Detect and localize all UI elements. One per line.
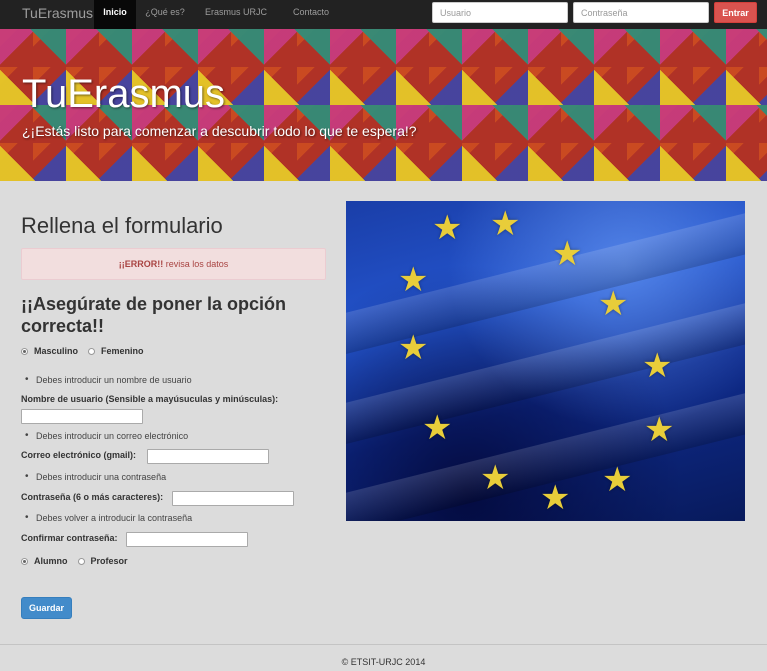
radio-masculino[interactable] bbox=[21, 347, 28, 355]
email-label: Correo electrónico (gmail): bbox=[21, 450, 137, 460]
navbar-brand[interactable]: TuErasmus bbox=[22, 0, 93, 29]
footer-copyright: © ETSIT-URJC 2014 bbox=[341, 657, 426, 667]
nav-item-contacto[interactable]: Contacto bbox=[278, 0, 344, 29]
star-icon: ★ bbox=[398, 329, 429, 367]
password-login-input[interactable] bbox=[573, 2, 709, 23]
radio-profesor-label[interactable]: Profesor bbox=[91, 556, 128, 566]
username-login-input[interactable] bbox=[432, 2, 568, 23]
email-error: Debes introducir un correo electrónico bbox=[25, 430, 188, 441]
star-icon: ★ bbox=[602, 461, 633, 499]
email-field[interactable] bbox=[147, 449, 269, 464]
star-icon: ★ bbox=[490, 205, 521, 243]
star-icon: ★ bbox=[422, 409, 453, 447]
password-label: Contraseña (6 o más caracteres): bbox=[21, 492, 164, 502]
error-alert-text: revisa los datos bbox=[163, 259, 229, 269]
confirm-field[interactable] bbox=[126, 532, 248, 547]
star-icon: ★ bbox=[644, 411, 675, 449]
username-field[interactable] bbox=[21, 409, 143, 424]
radio-alumno[interactable] bbox=[21, 557, 28, 565]
star-icon: ★ bbox=[432, 209, 463, 247]
radio-profesor[interactable] bbox=[77, 557, 85, 565]
radio-alumno-label[interactable]: Alumno bbox=[34, 556, 68, 566]
username-label: Nombre de usuario (Sensible a mayúsucula… bbox=[21, 394, 279, 404]
nav-item-inicio[interactable]: Inicio bbox=[94, 0, 136, 29]
star-icon: ★ bbox=[398, 261, 429, 299]
form-heading: ¡¡Asegúrate de poner la opción correcta!… bbox=[21, 294, 287, 336]
star-icon: ★ bbox=[480, 459, 511, 497]
error-alert: ¡¡ERROR!! revisa los datos bbox=[21, 248, 326, 280]
confirm-error: Debes volver a introducir la contraseña bbox=[25, 512, 192, 523]
star-icon: ★ bbox=[598, 285, 629, 323]
login-button[interactable]: Entrar bbox=[714, 2, 757, 23]
footer-divider bbox=[0, 644, 767, 645]
star-icon: ★ bbox=[642, 347, 673, 385]
radio-masculino-label[interactable]: Masculino bbox=[34, 346, 78, 356]
hero-title: TuErasmus bbox=[22, 72, 226, 116]
hero-banner: TuErasmus ¿¡Estás listo para comenzar a … bbox=[0, 29, 767, 181]
nav-item-que-es[interactable]: ¿Qué es? bbox=[136, 0, 194, 29]
error-alert-strong: ¡¡ERROR!! bbox=[118, 259, 164, 269]
password-error: Debes introducir una contraseña bbox=[25, 471, 166, 482]
star-icon: ★ bbox=[540, 479, 571, 517]
password-field[interactable] bbox=[172, 491, 294, 506]
top-navbar: TuErasmus Inicio ¿Qué es? Erasmus URJC C… bbox=[0, 0, 767, 29]
role-radio-group: Alumno Profesor bbox=[21, 554, 138, 568]
radio-femenino[interactable] bbox=[88, 347, 96, 355]
form-title: Rellena el formulario bbox=[21, 213, 223, 238]
nav-item-erasmus-urjc[interactable]: Erasmus URJC bbox=[194, 0, 278, 29]
save-button[interactable]: Guardar bbox=[21, 597, 72, 619]
hero-subtitle: ¿¡Estás listo para comenzar a descubrir … bbox=[22, 123, 417, 139]
username-error: Debes introducir un nombre de usuario bbox=[25, 374, 192, 385]
confirm-label: Confirmar contraseña: bbox=[21, 533, 118, 543]
radio-femenino-label[interactable]: Femenino bbox=[101, 346, 144, 356]
gender-radio-group: Masculino Femenino bbox=[21, 344, 154, 358]
star-icon: ★ bbox=[552, 235, 583, 273]
eu-flag-image: ★ ★ ★ ★ ★ ★ ★ ★ ★ ★ ★ ★ bbox=[346, 201, 745, 521]
